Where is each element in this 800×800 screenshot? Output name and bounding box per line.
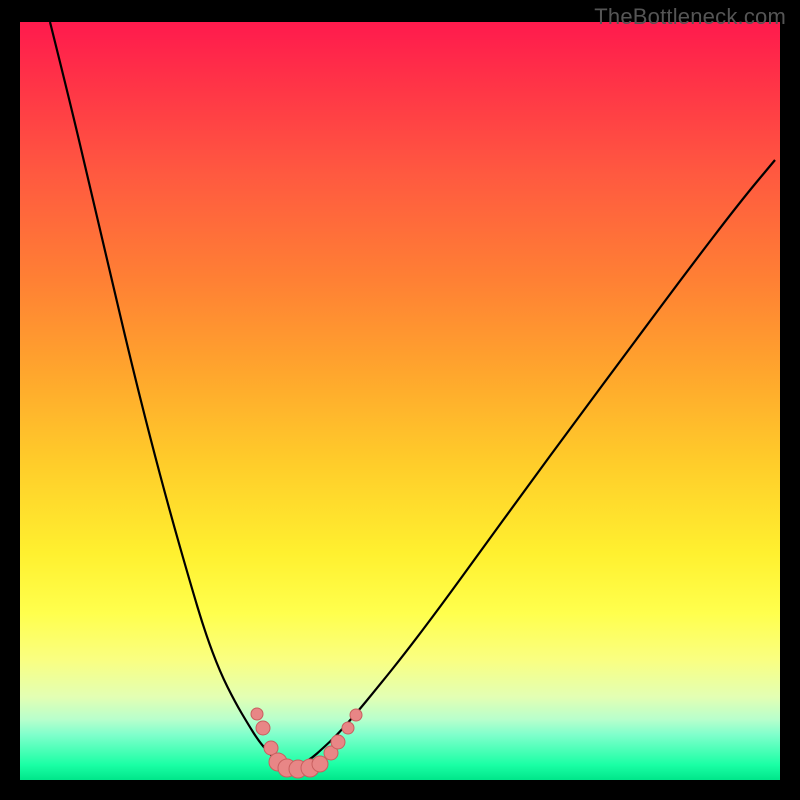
frame: TheBottleneck.com	[0, 0, 800, 800]
bottleneck-curve	[20, 22, 780, 780]
valley-marker	[342, 722, 354, 734]
plot-area	[20, 22, 780, 780]
valley-markers	[251, 708, 362, 778]
watermark: TheBottleneck.com	[594, 4, 786, 30]
curve-path	[50, 22, 775, 768]
valley-marker	[251, 708, 263, 720]
valley-marker	[350, 709, 362, 721]
valley-marker	[312, 756, 328, 772]
valley-marker	[256, 721, 270, 735]
valley-marker	[331, 735, 345, 749]
